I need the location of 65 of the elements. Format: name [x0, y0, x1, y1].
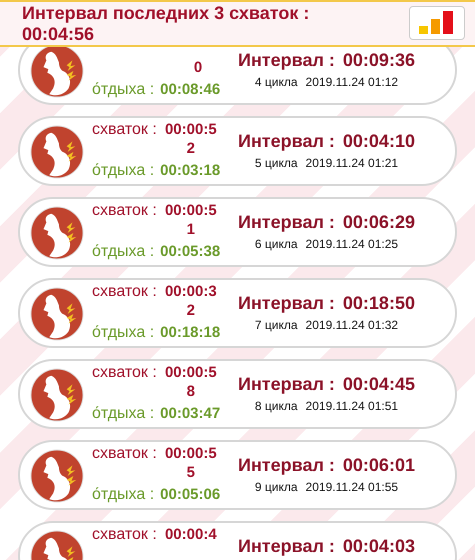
rest-label: о́тдыха : — [92, 485, 154, 505]
rest-duration: 00:05:06 — [160, 485, 220, 505]
contraction-duration: 00:00:32 — [164, 282, 218, 320]
rest-label: о́тдыха : — [92, 161, 154, 181]
rest-label: о́тдыха : — [92, 323, 154, 343]
record-card[interactable]: схваток : 00:00:32 о́тдыха : 00:18:18 Интервал : 00:18:50 7 цикла 2019.11.24 01:32 — [18, 278, 457, 348]
interval-value: 00:04:03 — [342, 535, 415, 557]
pregnant-woman-icon — [30, 206, 84, 260]
rest-duration: 00:03:47 — [160, 404, 220, 424]
interval-value: 00:09:36 — [342, 49, 415, 71]
contraction-label: схваток : — [92, 363, 157, 382]
interval-value: 00:04:45 — [342, 373, 415, 395]
contraction-label: схваток : — [92, 444, 157, 463]
rest-duration: 00:18:18 — [160, 323, 220, 343]
contraction-duration: 00:00:4 — [164, 525, 218, 544]
rest-duration: 00:05:38 — [160, 242, 220, 262]
interval-label: Интервал : — [238, 211, 335, 233]
interval-value: 00:18:50 — [342, 292, 415, 314]
rest-label: о́тдыха : — [92, 80, 154, 100]
pregnant-woman-icon — [30, 287, 84, 341]
cycle-count: 9 цикла — [254, 480, 298, 494]
pregnant-woman-icon — [30, 368, 84, 422]
contraction-duration: 00:00:58 — [164, 363, 218, 401]
cycle-count: 7 цикла — [254, 318, 298, 332]
contraction-label: схваток : — [92, 120, 157, 139]
interval-label: Интервал : — [238, 130, 335, 152]
cycle-count: 8 цикла — [254, 399, 298, 413]
record-card[interactable]: схваток : 00:00:51 о́тдыха : 00:05:38 Интервал : 00:06:29 6 цикла 2019.11.24 01:25 — [18, 197, 457, 267]
contraction-label: схваток : — [92, 282, 157, 301]
interval-label: Интервал : — [238, 454, 335, 476]
interval-label: Интервал : — [238, 49, 335, 71]
record-datetime: 2019.11.24 01:51 — [306, 399, 398, 413]
interval-value: 00:06:29 — [342, 211, 415, 233]
rest-duration: 00:08:46 — [160, 80, 220, 100]
cycle-count: 4 цикла — [254, 75, 298, 89]
interval-value: 00:04:10 — [342, 130, 415, 152]
interval-label: Интервал : — [238, 535, 335, 557]
record-datetime: 2019.11.24 01:55 — [306, 480, 398, 494]
contraction-duration: 00:00:52 — [164, 120, 218, 158]
record-datetime: 2019.11.24 01:32 — [306, 318, 398, 332]
interval-label: Интервал : — [238, 292, 335, 314]
record-card[interactable]: схваток : 00:00:55 о́тдыха : 00:05:06 Интервал : 00:06:01 9 цикла 2019.11.24 01:55 — [18, 440, 457, 510]
record-datetime: 2019.11.24 01:12 — [306, 75, 398, 89]
contraction-label: схваток : — [92, 201, 157, 220]
record-datetime: 2019.11.24 01:25 — [306, 237, 398, 251]
contraction-duration: 00:00:51 — [164, 201, 218, 239]
contraction-label: схваток : — [92, 525, 157, 544]
interval-value: 00:06:01 — [342, 454, 415, 476]
record-datetime: 2019.11.24 01:21 — [306, 156, 398, 170]
rest-duration: 00:03:18 — [160, 161, 220, 181]
chart-button[interactable] — [409, 6, 465, 40]
record-card[interactable]: 0 о́тдыха : 00:08:46 Интервал : 00:09:36 4 цикла 2019.11.24 01:12 — [18, 47, 457, 105]
contraction-duration: 00:00:55 — [164, 444, 218, 482]
rest-label: о́тдыха : — [92, 404, 154, 424]
header-title: Интервал последних 3 схваток : 00:04:56 — [22, 3, 310, 45]
contraction-duration: 0 — [192, 58, 204, 77]
pregnant-woman-icon — [30, 125, 84, 179]
interval-label: Интервал : — [238, 373, 335, 395]
rest-label: о́тдыха : — [92, 242, 154, 262]
record-card[interactable]: схваток : 00:00:4 Интервал : 00:04:03 — [18, 521, 457, 560]
cycle-count: 6 цикла — [254, 237, 298, 251]
record-card[interactable]: схваток : 00:00:58 о́тдыха : 00:03:47 Интервал : 00:04:45 8 цикла 2019.11.24 01:51 — [18, 359, 457, 429]
cycle-count: 5 цикла — [254, 156, 298, 170]
pregnant-woman-icon — [30, 449, 84, 503]
record-card[interactable]: схваток : 00:00:52 о́тдыха : 00:03:18 Интервал : 00:04:10 5 цикла 2019.11.24 01:21 — [18, 116, 457, 186]
